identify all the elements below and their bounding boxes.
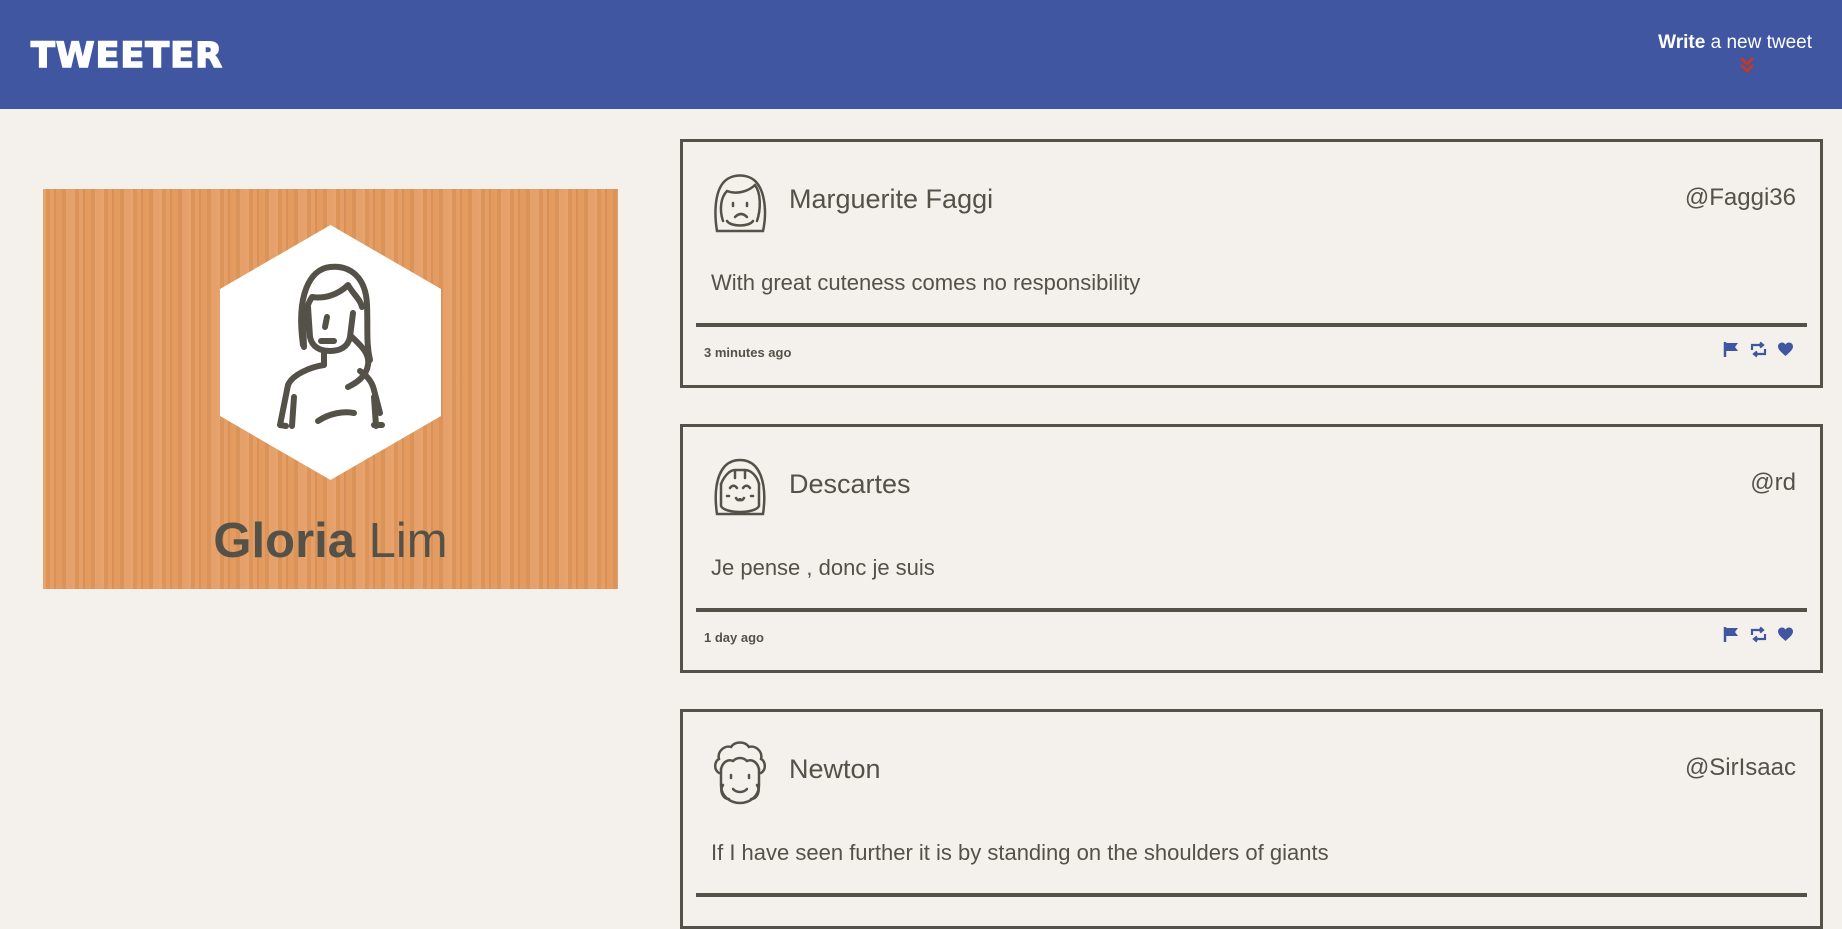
tweet-header: Newton @SirIsaac — [683, 712, 1820, 832]
compose-tweet-toggle[interactable]: Write a new tweet — [1658, 32, 1812, 75]
tweet-divider — [696, 608, 1807, 612]
tweet-card: Newton @SirIsaac If I have seen further … — [680, 709, 1823, 929]
compose-label-rest: a new tweet — [1710, 32, 1812, 53]
tweet-header: Marguerite Faggi @Faggi36 — [683, 142, 1820, 262]
curly-hair-avatar-icon — [714, 741, 766, 805]
tweet-text: Je pense , donc je suis — [711, 555, 935, 580]
profile-first-name: Gloria — [213, 514, 355, 568]
tweet-timestamp: 1 day ago — [704, 630, 764, 645]
top-nav: TWEETER Write a new tweet — [0, 0, 1842, 109]
retweet-icon[interactable] — [1750, 341, 1767, 358]
tweet-author-handle[interactable]: @SirIsaac — [1685, 754, 1796, 782]
tweet-card: Marguerite Faggi @Faggi36 With great cut… — [680, 139, 1823, 388]
tweet-author-handle[interactable]: @Faggi36 — [1685, 184, 1796, 212]
double-chevron-down-icon[interactable] — [1738, 55, 1756, 75]
app-logo[interactable]: TWEETER — [30, 35, 223, 77]
smiling-girl-avatar-icon — [714, 458, 766, 516]
frowning-girl-avatar-icon — [714, 174, 767, 233]
tweet-header: Descartes @rd — [683, 427, 1820, 547]
tweet-text: With great cuteness comes no responsibil… — [711, 270, 1141, 295]
profile-name: Gloria Lim — [43, 513, 618, 569]
flag-icon[interactable] — [1723, 341, 1740, 358]
tweet-card: Descartes @rd Je pense , donc je suis 1 … — [680, 424, 1823, 673]
flag-icon[interactable] — [1723, 626, 1740, 643]
profile-avatar — [220, 225, 441, 480]
heart-icon[interactable] — [1777, 626, 1794, 643]
tweet-author-name[interactable]: Newton — [789, 754, 881, 785]
tweet-timestamp: 3 minutes ago — [704, 345, 792, 360]
tweet-author-name[interactable]: Marguerite Faggi — [789, 184, 993, 215]
heart-icon[interactable] — [1777, 341, 1794, 358]
tweet-actions — [1723, 626, 1794, 643]
profile-last-name: Lim — [368, 514, 448, 568]
compose-label[interactable]: Write a new tweet — [1658, 32, 1812, 54]
compose-label-bold: Write — [1658, 32, 1706, 53]
tweet-text: If I have seen further it is by standing… — [711, 840, 1329, 865]
tweet-divider — [696, 893, 1807, 897]
tweet-author-name[interactable]: Descartes — [789, 469, 911, 500]
tweet-divider — [696, 323, 1807, 327]
profile-card: Gloria Lim — [43, 189, 618, 589]
tweet-actions — [1723, 341, 1794, 358]
retweet-icon[interactable] — [1750, 626, 1767, 643]
tweet-author-handle[interactable]: @rd — [1750, 469, 1796, 497]
